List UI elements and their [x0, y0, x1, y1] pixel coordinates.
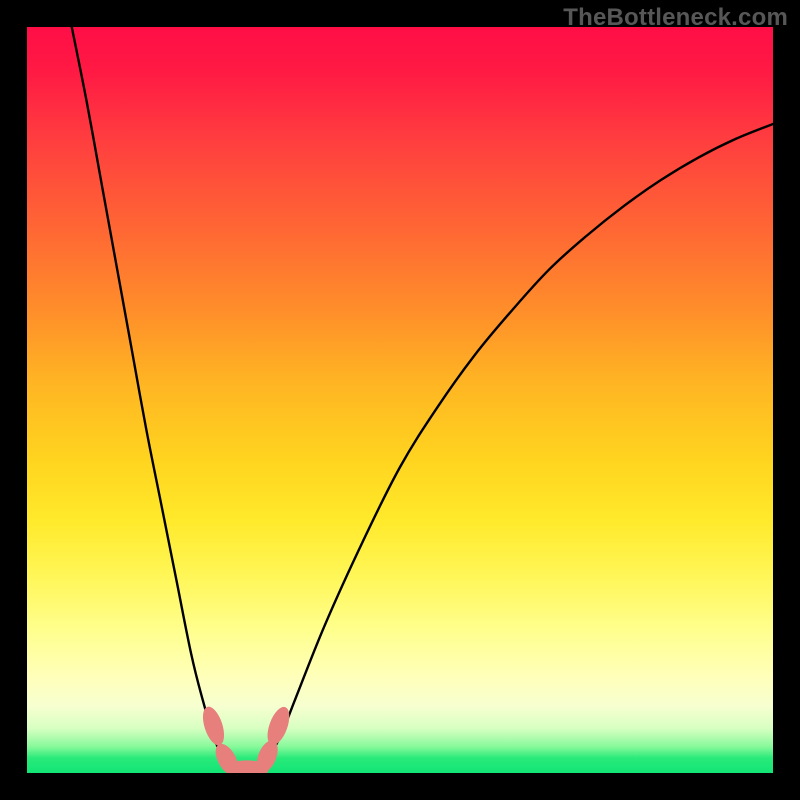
- marker-right-upper: [263, 704, 294, 748]
- marker-left-upper: [199, 704, 228, 748]
- plot-area: [27, 27, 773, 773]
- chart-frame: TheBottleneck.com: [0, 0, 800, 800]
- markers-layer: [27, 27, 773, 773]
- watermark-text: TheBottleneck.com: [563, 4, 788, 32]
